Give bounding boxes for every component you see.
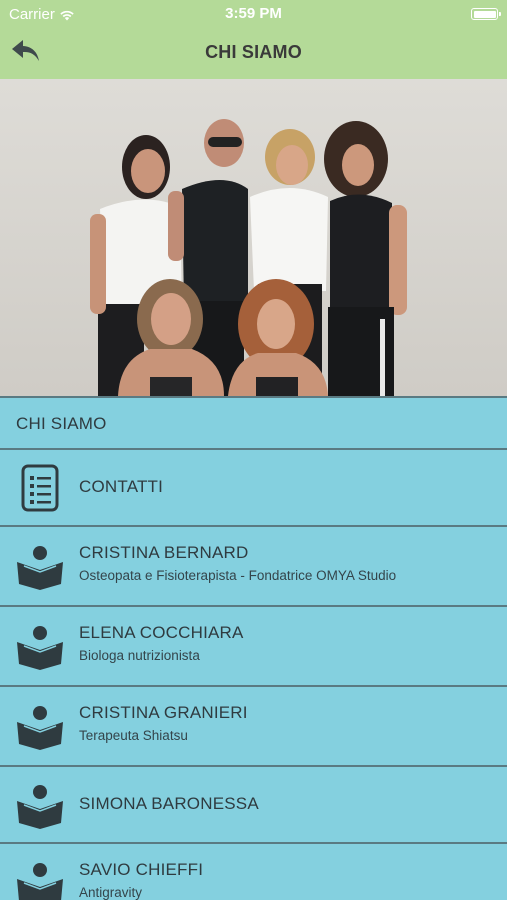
app-header: Carrier 3:59 PM CHI SIAMO — [0, 0, 507, 79]
list-item-contatti[interactable]: CONTATTI — [0, 450, 507, 527]
section-header-label: CHI SIAMO — [16, 414, 107, 433]
reader-icon — [14, 701, 66, 753]
list-item-cristina-granieri[interactable]: CRISTINA GRANIERI Terapeuta Shiatsu — [0, 687, 507, 767]
list-item-label: SAVIO CHIEFFI — [79, 860, 204, 879]
team-photo-illustration — [0, 79, 507, 396]
list-item-simona-baronessa[interactable]: SIMONA BARONESSA — [0, 767, 507, 844]
reader-icon — [14, 858, 66, 900]
status-bar: Carrier 3:59 PM — [0, 0, 507, 28]
list-item-cristina-bernard[interactable]: CRISTINA BERNARD Osteopata e Fisioterapi… — [0, 527, 507, 607]
nav-bar: CHI SIAMO — [0, 28, 507, 79]
list-item-label: CONTATTI — [79, 477, 164, 496]
reader-icon — [14, 541, 66, 593]
list-item-subtitle: Biologa nutrizionista — [79, 648, 200, 663]
reader-icon — [14, 621, 66, 673]
team-photo — [0, 79, 507, 396]
list-item-subtitle: Terapeuta Shiatsu — [79, 728, 188, 743]
document-list-icon — [14, 462, 66, 514]
list-item-savio-chieffi[interactable]: SAVIO CHIEFFI Antigravity — [0, 844, 507, 900]
page-title: CHI SIAMO — [205, 42, 302, 62]
list-item-label: ELENA COCCHIARA — [79, 623, 244, 642]
clock: 3:59 PM — [225, 5, 282, 22]
reader-icon — [14, 780, 66, 832]
team-list: CHI SIAMO CONTATTI CRISTINA BERNARD Oste… — [0, 396, 507, 900]
section-header: CHI SIAMO — [0, 396, 507, 450]
list-item-label: CRISTINA GRANIERI — [79, 703, 248, 722]
list-item-label: CRISTINA BERNARD — [79, 543, 249, 562]
list-item-elena-cocchiara[interactable]: ELENA COCCHIARA Biologa nutrizionista — [0, 607, 507, 687]
list-item-label: SIMONA BARONESSA — [79, 794, 259, 813]
list-item-subtitle: Osteopata e Fisioterapista - Fondatrice … — [79, 568, 397, 583]
battery-icon — [471, 8, 501, 20]
list-item-subtitle: Antigravity — [79, 885, 143, 900]
